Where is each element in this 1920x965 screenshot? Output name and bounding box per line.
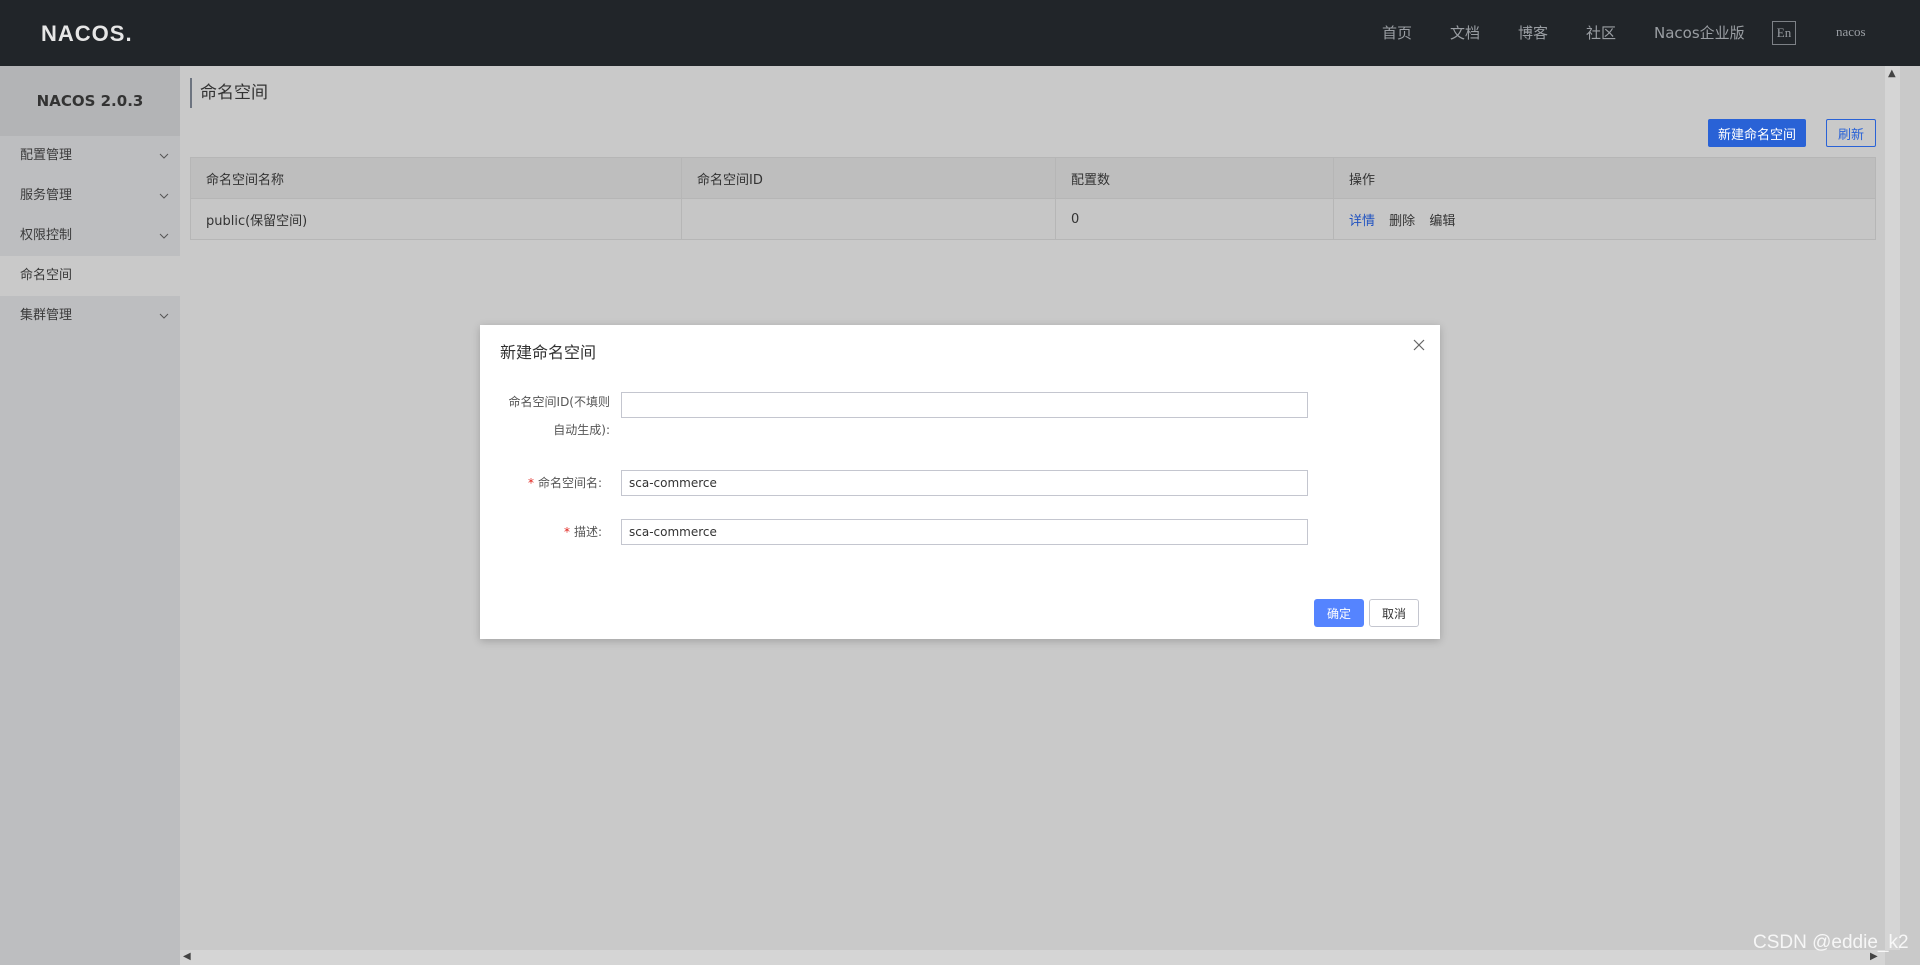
column-header-count: 配置数	[1055, 157, 1334, 199]
description-label: * 描述:	[500, 518, 602, 546]
dialog-title: 新建命名空间	[500, 343, 597, 362]
namespace-name-label-text: 命名空间名:	[537, 476, 602, 490]
cell-namespace-id	[681, 198, 1056, 240]
namespace-table: 命名空间名称 命名空间ID 配置数 操作 public(保留空间) 0 详情 删…	[190, 157, 1876, 240]
sidebar-item-label: 配置管理	[20, 148, 73, 163]
cancel-button[interactable]: 取消	[1369, 599, 1419, 627]
column-header-id: 命名空间ID	[681, 157, 1056, 199]
namespace-name-label: * 命名空间名:	[500, 469, 602, 497]
sidebar-item-label: 集群管理	[20, 308, 73, 323]
sidebar-version: NACOS 2.0.3	[0, 66, 180, 136]
namespace-id-input[interactable]	[621, 392, 1308, 418]
language-switch[interactable]: En	[1772, 21, 1796, 45]
vertical-scrollbar[interactable]: ▲	[1885, 66, 1900, 950]
required-mark: *	[563, 525, 570, 539]
scroll-left-icon[interactable]: ◀	[183, 951, 191, 962]
new-namespace-dialog: 新建命名空间 命名空间ID(不填则 自动生成): *命名空间名: *描述: 确定…	[480, 325, 1440, 639]
namespace-id-label: 命名空间ID(不填则 自动生成):	[500, 388, 610, 444]
sidebar-item-service[interactable]: 服务管理	[0, 176, 180, 216]
chevron-down-icon	[159, 233, 169, 239]
close-icon[interactable]	[1411, 337, 1427, 353]
nav-community-link[interactable]: 社区	[1586, 22, 1616, 43]
table-header-row: 命名空间名称 命名空间ID 配置数 操作	[190, 157, 1876, 199]
sidebar-item-namespace[interactable]: 命名空间	[0, 256, 180, 296]
top-nav-bar: NACOS. 首页 文档 博客 社区 Nacos企业版 En nacos	[0, 0, 1920, 66]
sidebar-item-label: 权限控制	[20, 228, 73, 243]
chevron-down-icon	[159, 313, 169, 319]
sidebar-item-label: 服务管理	[20, 188, 73, 203]
cell-config-count: 0	[1055, 198, 1334, 240]
namespace-name-input[interactable]	[621, 470, 1308, 496]
cell-actions: 详情 删除 编辑	[1333, 198, 1876, 240]
horizontal-scrollbar[interactable]: ◀ ▶	[180, 950, 1885, 965]
nav-home-link[interactable]: 首页	[1382, 22, 1412, 43]
nav-enterprise-link[interactable]: Nacos企业版	[1654, 22, 1745, 43]
column-header-actions: 操作	[1333, 157, 1876, 199]
sidebar-item-auth[interactable]: 权限控制	[0, 216, 180, 256]
logo-text: NACOS.	[41, 21, 133, 46]
namespace-id-label-line2: 自动生成):	[553, 423, 610, 437]
nav-blog-link[interactable]: 博客	[1518, 22, 1548, 43]
sidebar-item-label: 命名空间	[20, 268, 73, 283]
chevron-down-icon	[159, 153, 169, 159]
page-title: 命名空间	[190, 78, 268, 108]
edit-link[interactable]: 编辑	[1429, 214, 1455, 229]
description-label-text: 描述:	[573, 525, 602, 539]
description-input[interactable]	[621, 519, 1308, 545]
cell-namespace-name: public(保留空间)	[190, 198, 682, 240]
table-row: public(保留空间) 0 详情 删除 编辑	[190, 198, 1876, 240]
refresh-button[interactable]: 刷新	[1826, 119, 1876, 147]
watermark: CSDN @eddie_k2	[1753, 932, 1909, 953]
nacos-logo[interactable]: NACOS.	[41, 16, 137, 48]
chevron-down-icon	[159, 193, 169, 199]
confirm-button[interactable]: 确定	[1314, 599, 1364, 627]
sidebar: NACOS 2.0.3 配置管理 服务管理 权限控制 命名空间 集群管理	[0, 66, 180, 965]
sidebar-item-config[interactable]: 配置管理	[0, 136, 180, 176]
delete-link[interactable]: 删除	[1389, 214, 1415, 229]
sidebar-item-cluster[interactable]: 集群管理	[0, 296, 180, 336]
nav-docs-link[interactable]: 文档	[1450, 22, 1480, 43]
new-namespace-button[interactable]: 新建命名空间	[1708, 119, 1806, 147]
user-menu[interactable]: nacos	[1836, 24, 1866, 40]
column-header-name: 命名空间名称	[190, 157, 682, 199]
detail-link[interactable]: 详情	[1349, 214, 1375, 229]
namespace-id-label-line1: 命名空间ID(不填则	[508, 395, 610, 409]
scroll-up-icon[interactable]: ▲	[1888, 68, 1896, 79]
required-mark: *	[527, 476, 534, 490]
